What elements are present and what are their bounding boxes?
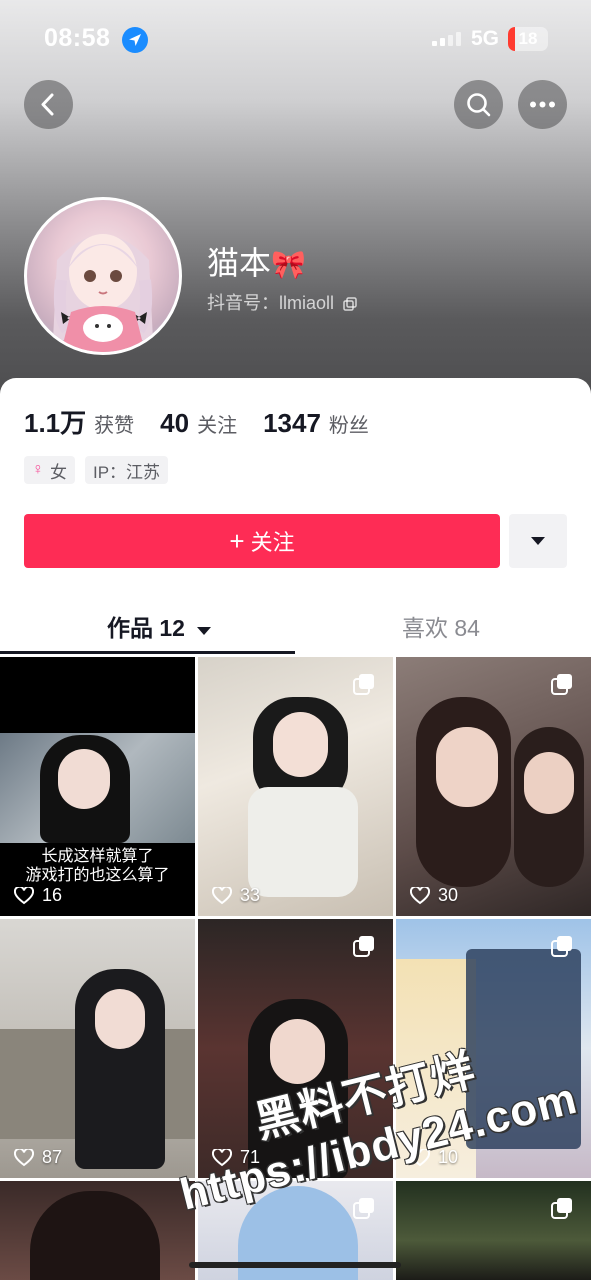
video-caption: 长成这样就算了 游戏打的也这么算了 — [0, 847, 195, 885]
nickname-text: 猫本 — [207, 245, 272, 281]
followers-label: 粉丝 — [328, 415, 369, 437]
gender-tag: ♀ 女 — [24, 456, 75, 484]
triangle-down-icon — [531, 537, 545, 545]
multi-image-icon — [353, 1198, 374, 1219]
multi-image-icon — [551, 674, 572, 695]
location-arrow-icon — [122, 27, 148, 53]
video-tile[interactable]: 30 — [396, 657, 591, 916]
tab-active-indicator — [0, 651, 295, 654]
video-thumbnail-face — [524, 752, 574, 814]
avatar[interactable] — [24, 197, 182, 355]
likes-label: 获赞 — [94, 415, 135, 437]
video-thumbnail-shirt — [248, 787, 358, 897]
video-likes: 30 — [410, 885, 458, 906]
tab-works[interactable]: 作品 12 — [107, 609, 212, 643]
ip-location-tag: IP：江苏 — [85, 456, 169, 484]
video-likes-count: 33 — [240, 885, 261, 905]
profile-nickname: 猫本🎀 — [207, 238, 306, 284]
following-label: 关注 — [197, 415, 238, 437]
video-likes-count: 87 — [42, 1147, 63, 1167]
video-tile[interactable] — [396, 1181, 591, 1280]
home-indicator — [189, 1262, 401, 1268]
battery-percent: 18 — [518, 29, 538, 48]
profile-stats: 1.1万 获赞 40 关注 1347 粉丝 — [24, 403, 395, 440]
more-dots-icon — [530, 101, 555, 108]
video-likes: 16 — [14, 885, 62, 906]
following-count[interactable]: 40 — [160, 408, 189, 439]
video-caption-line: 长成这样就算了 — [41, 848, 154, 865]
tab-works-label: 作品 12 — [107, 615, 185, 641]
video-thumbnail-face — [436, 727, 498, 807]
status-time: 08:58 — [44, 24, 111, 52]
heart-icon — [410, 886, 430, 904]
video-thumbnail-figure — [30, 1191, 160, 1280]
video-thumbnail-face — [273, 712, 328, 777]
multi-image-icon — [551, 1198, 572, 1219]
tab-likes[interactable]: 喜欢 84 — [402, 609, 480, 643]
chevron-left-icon — [41, 93, 54, 116]
multi-image-icon — [353, 674, 374, 695]
video-likes: 87 — [14, 1147, 62, 1168]
video-tile[interactable]: 长成这样就算了 游戏打的也这么算了 16 — [0, 657, 195, 916]
plus-icon: + — [229, 525, 245, 556]
copy-icon[interactable] — [343, 297, 357, 311]
female-icon: ♀ — [32, 461, 44, 478]
video-thumbnail-face — [58, 749, 110, 809]
heart-icon — [212, 886, 232, 904]
video-tile[interactable]: 87 — [0, 919, 195, 1178]
douyin-id-text: 抖音号：llmiaoll — [207, 293, 335, 313]
video-likes-count: 30 — [438, 885, 459, 905]
more-options-button[interactable] — [518, 80, 567, 129]
follow-button[interactable]: + 关注 — [24, 514, 500, 568]
multi-image-icon — [551, 936, 572, 957]
network-type: 5G — [471, 27, 500, 50]
avatar-illustration — [53, 234, 153, 352]
likes-count[interactable]: 1.1万 — [24, 403, 86, 440]
douyin-id[interactable]: 抖音号：llmiaoll — [207, 289, 357, 315]
video-tile[interactable] — [0, 1181, 195, 1280]
search-button[interactable] — [454, 80, 503, 129]
video-tile[interactable]: 33 — [198, 657, 393, 916]
search-icon — [467, 93, 491, 117]
profile-tags: ♀ 女 IP：江苏 — [24, 456, 169, 484]
multi-image-icon — [353, 936, 374, 957]
heart-icon — [14, 1148, 34, 1166]
gender-text: 女 — [50, 462, 67, 482]
follow-label: 关注 — [250, 530, 295, 555]
video-caption-line: 游戏打的也这么算了 — [25, 867, 170, 884]
ip-location-text: IP：江苏 — [93, 462, 161, 482]
video-likes: 33 — [212, 885, 260, 906]
followers-count[interactable]: 1347 — [263, 408, 321, 439]
bow-emoji: 🎀 — [271, 249, 306, 280]
back-button[interactable] — [24, 80, 73, 129]
recommend-dropdown-button[interactable] — [509, 514, 567, 568]
triangle-down-icon — [197, 627, 212, 635]
heart-icon — [14, 886, 34, 904]
video-likes-count: 16 — [42, 885, 63, 905]
video-thumbnail-face — [95, 989, 145, 1049]
signal-icon — [432, 32, 462, 46]
battery-icon: 18 — [508, 27, 548, 51]
